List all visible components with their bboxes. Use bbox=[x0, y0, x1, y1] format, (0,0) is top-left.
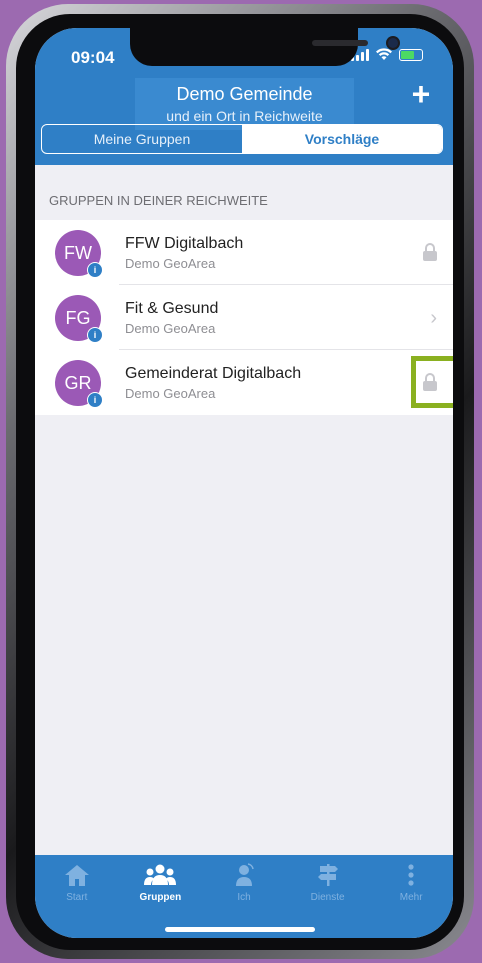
chevron-right-icon: › bbox=[430, 307, 437, 329]
tab-label: Ich bbox=[237, 892, 251, 903]
page-title: Demo Gemeinde bbox=[176, 84, 313, 104]
avatar: GR i bbox=[55, 360, 103, 408]
tab-label: Start bbox=[66, 892, 88, 903]
nav-header: 09:04 Demo Gemeinde und ein Ort in Reich… bbox=[35, 28, 453, 165]
tab-gruppen[interactable]: Gruppen bbox=[119, 855, 203, 938]
app-screen: 09:04 Demo Gemeinde und ein Ort in Reich… bbox=[35, 28, 453, 938]
camera bbox=[388, 38, 398, 48]
segmented-control: Meine Gruppen Vorschläge bbox=[41, 124, 443, 154]
info-icon: i bbox=[87, 262, 103, 278]
list-item[interactable]: FW i FFW Digitalbach Demo GeoArea bbox=[35, 220, 453, 285]
group-name: Gemeinderat Digitalbach bbox=[125, 365, 302, 382]
tab-bar: Start Gruppen Ich Dienste Mehr bbox=[35, 855, 453, 938]
wifi-icon bbox=[376, 48, 392, 60]
tab-label: Gruppen bbox=[139, 892, 182, 903]
person-icon bbox=[233, 863, 255, 887]
tab-vorschlaege[interactable]: Vorschläge bbox=[242, 125, 442, 153]
home-indicator bbox=[165, 927, 315, 932]
group-area: Demo GeoArea bbox=[125, 256, 216, 271]
battery-icon bbox=[399, 48, 423, 61]
avatar: FG i bbox=[55, 295, 103, 343]
group-list: FW i FFW Digitalbach Demo GeoArea FG i F… bbox=[35, 220, 453, 415]
avatar-initials: FW bbox=[64, 242, 92, 263]
tab-ich[interactable]: Ich bbox=[202, 855, 286, 938]
page-subtitle: und ein Ort in Reichweite bbox=[166, 108, 323, 124]
status-icons bbox=[351, 48, 423, 61]
tab-label: Dienste bbox=[310, 892, 345, 903]
section-header: GRUPPEN IN DEINER REICHWEITE bbox=[49, 193, 268, 208]
avatar-initials: GR bbox=[64, 372, 92, 393]
tab-mehr[interactable]: Mehr bbox=[369, 855, 453, 938]
group-name: FFW Digitalbach bbox=[125, 235, 244, 252]
info-icon: i bbox=[87, 392, 103, 408]
list-item[interactable]: GR i Gemeinderat Digitalbach Demo GeoAre… bbox=[35, 350, 453, 415]
signpost-icon bbox=[317, 863, 339, 887]
home-icon bbox=[64, 863, 90, 887]
avatar: FW i bbox=[55, 230, 103, 278]
list-item[interactable]: FG i Fit & Gesund Demo GeoArea › bbox=[35, 285, 453, 350]
lock-icon bbox=[423, 243, 437, 261]
speaker bbox=[312, 40, 368, 46]
groups-icon bbox=[143, 863, 177, 887]
location-title[interactable]: Demo Gemeinde und ein Ort in Reichweite bbox=[135, 78, 354, 130]
highlight-box bbox=[411, 356, 453, 408]
info-icon: i bbox=[87, 327, 103, 343]
more-icon bbox=[407, 863, 415, 887]
tab-dienste[interactable]: Dienste bbox=[286, 855, 370, 938]
group-area: Demo GeoArea bbox=[125, 386, 216, 401]
group-area: Demo GeoArea bbox=[125, 321, 216, 336]
notch bbox=[130, 28, 398, 66]
add-group-button[interactable]: + bbox=[407, 78, 435, 110]
tab-start[interactable]: Start bbox=[35, 855, 119, 938]
tab-label: Mehr bbox=[399, 892, 423, 903]
group-name: Fit & Gesund bbox=[125, 300, 219, 317]
avatar-initials: FG bbox=[65, 307, 91, 328]
status-time: 09:04 bbox=[71, 48, 115, 67]
tab-meine-gruppen[interactable]: Meine Gruppen bbox=[42, 125, 242, 153]
